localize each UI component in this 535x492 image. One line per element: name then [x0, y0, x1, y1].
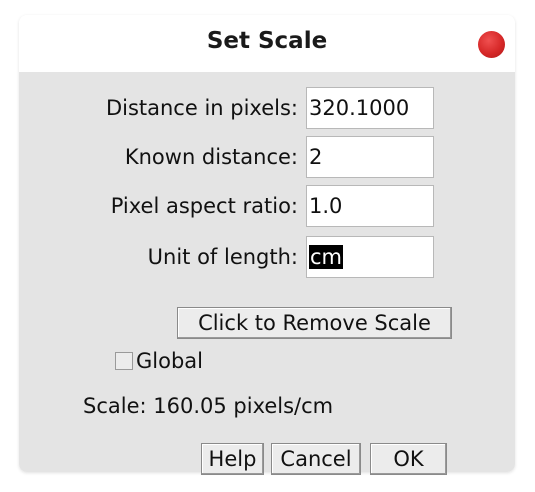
known-distance-label: Known distance: [124, 145, 298, 169]
dialog-content: Distance in pixels: 320.1000 Known dista… [19, 72, 515, 475]
distance-in-pixels-value: 320.1000 [309, 96, 410, 120]
help-button[interactable]: Help [201, 443, 264, 475]
pixel-aspect-ratio-field[interactable]: 1.0 [306, 185, 434, 227]
known-distance-value: 2 [309, 145, 323, 169]
scale-status-text: Scale: 160.05 pixels/cm [83, 394, 334, 418]
unit-of-length-field[interactable]: cm [306, 236, 434, 278]
global-checkbox-label[interactable]: Global [136, 349, 203, 373]
title-bar: Set Scale [19, 15, 515, 72]
remove-scale-button[interactable]: Click to Remove Scale [177, 307, 452, 339]
close-button[interactable] [478, 31, 505, 58]
cancel-button[interactable]: Cancel [271, 443, 361, 475]
dialog-title: Set Scale [206, 28, 328, 54]
pixel-aspect-ratio-label: Pixel aspect ratio: [110, 194, 298, 218]
known-distance-field[interactable]: 2 [306, 136, 434, 178]
distance-in-pixels-field[interactable]: 320.1000 [306, 87, 434, 129]
ok-button[interactable]: OK [370, 443, 447, 475]
set-scale-dialog: Set Scale Distance in pixels: 320.1000 K… [19, 15, 515, 475]
distance-in-pixels-label: Distance in pixels: [105, 96, 298, 120]
pixel-aspect-ratio-value: 1.0 [309, 194, 343, 218]
global-checkbox[interactable] [115, 352, 133, 370]
unit-of-length-label: Unit of length: [147, 245, 298, 269]
unit-of-length-value: cm [309, 245, 344, 269]
